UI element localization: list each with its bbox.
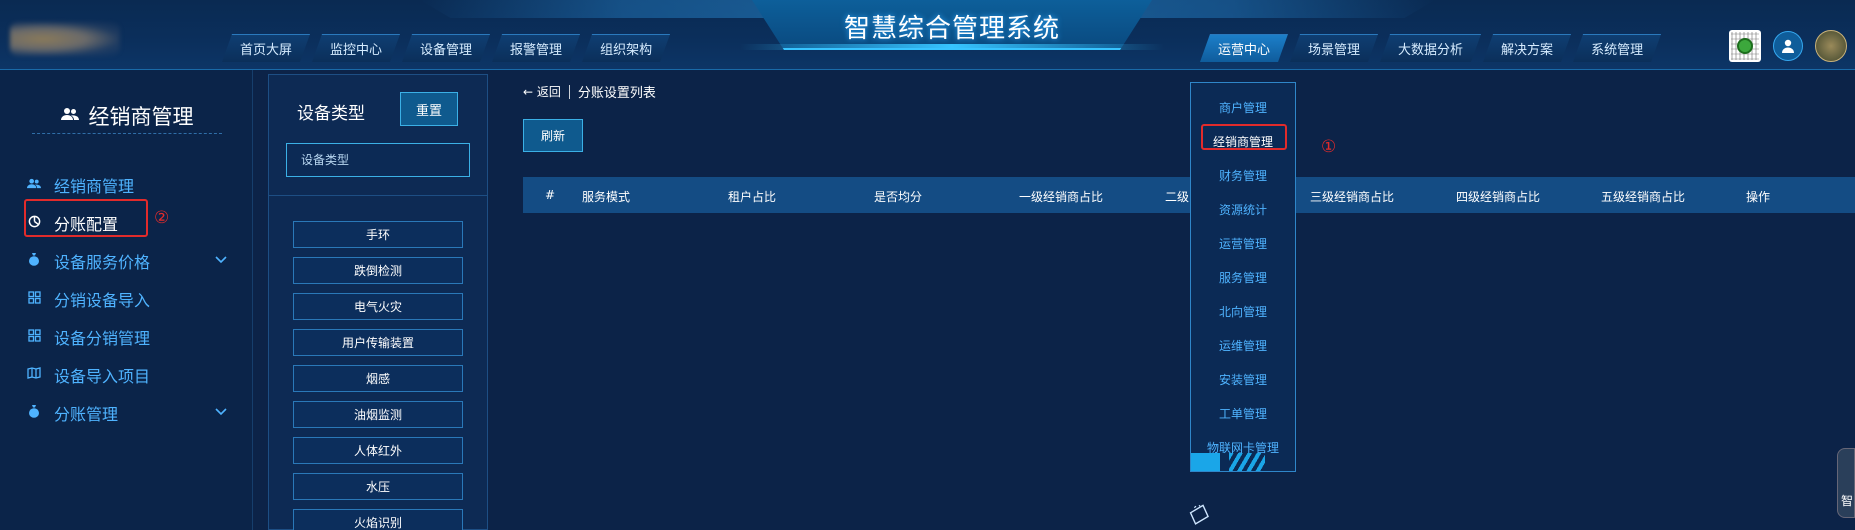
dropdown-item-resource-stats[interactable]: 资源统计	[1191, 201, 1295, 218]
users-icon	[60, 106, 79, 125]
device-type-item[interactable]: 人体红外	[293, 437, 463, 464]
annotation-number-2: ②	[154, 208, 170, 228]
device-type-item[interactable]: 用户传输装置	[293, 329, 463, 356]
nav-item-devices[interactable]: 设备管理	[402, 34, 490, 62]
nav-item-monitoring[interactable]: 监控中心	[312, 34, 400, 62]
table-header: # 服务模式 租户占比 是否均分 一级经销商占比 二级 三级经销商占比 四级经销…	[523, 177, 1855, 213]
device-type-input[interactable]	[286, 143, 470, 177]
column-header: #	[545, 188, 556, 202]
device-type-filter-panel: 设备类型 重置 手环 跌倒检测 电气火灾 用户传输装置 烟感 油烟监测 人体红外…	[268, 74, 488, 530]
annotation-box-1	[1201, 124, 1287, 150]
sidebar-item-label: 设备导入项目	[54, 367, 151, 386]
column-header: 二级	[1165, 190, 1190, 204]
sidebar-item-label: 设备分销管理	[54, 329, 151, 348]
header-icons	[1729, 30, 1847, 62]
sidebar-item-distribution-import[interactable]: 分销设备导入	[0, 280, 253, 318]
nav-item-system[interactable]: 系统管理	[1573, 34, 1661, 62]
nav-item-home-screen[interactable]: 首页大屏	[222, 34, 310, 62]
annotation-box-2	[24, 199, 148, 237]
device-type-item[interactable]: 跌倒检测	[293, 257, 463, 284]
reset-button[interactable]: 重置	[400, 92, 458, 126]
money-bag-icon	[26, 404, 42, 422]
user-icon[interactable]	[1773, 31, 1803, 61]
dropdown-item-service[interactable]: 服务管理	[1191, 269, 1295, 286]
dropdown-item-northbound[interactable]: 北向管理	[1191, 303, 1295, 320]
sidebar-item-label: 设备服务价格	[54, 253, 151, 272]
annotation-number-1: ①	[1321, 137, 1337, 157]
grid-icon	[26, 290, 42, 308]
sidebar-item-distribution-management[interactable]: 设备分销管理	[0, 318, 253, 356]
column-header: 服务模式	[582, 190, 631, 204]
column-header: 是否均分	[874, 190, 923, 204]
column-header: 五级经销商占比	[1601, 190, 1686, 204]
dropdown-item-operations[interactable]: 运营管理	[1191, 235, 1295, 252]
nav-right: 运营中心 场景管理 大数据分析 解决方案 系统管理	[1200, 34, 1663, 62]
app-title: 智慧综合管理系统	[843, 14, 1060, 44]
divider	[568, 84, 570, 99]
device-type-list: 手环 跌倒检测 电气火灾 用户传输装置 烟感 油烟监测 人体红外 水压 火焰识别	[293, 221, 463, 530]
nav-item-operations[interactable]: 运营中心	[1200, 34, 1288, 62]
device-type-item[interactable]: 烟感	[293, 365, 463, 392]
sidebar-item-import-project[interactable]: 设备导入项目	[0, 356, 253, 394]
device-type-item[interactable]: 手环	[293, 221, 463, 248]
column-header: 四级经销商占比	[1456, 190, 1541, 204]
users-icon	[26, 178, 42, 193]
nav-item-scenes[interactable]: 场景管理	[1290, 34, 1378, 62]
main-content: ← 返回 分账设置列表 刷新 # 服务模式 租户占比 是否均分 一级经销商占比 …	[503, 70, 1855, 530]
logo	[10, 22, 120, 56]
column-header: 租户占比	[728, 190, 777, 204]
device-type-item[interactable]: 电气火灾	[293, 293, 463, 320]
filter-title: 设备类型	[297, 104, 365, 124]
top-header: 智慧综合管理系统 首页大屏 监控中心 设备管理 报警管理 组织架构 运营中心 场…	[0, 0, 1855, 70]
money-bag-icon	[26, 252, 42, 270]
floating-widget-label: 智	[1840, 494, 1853, 508]
dropdown-item-merchant[interactable]: 商户管理	[1191, 99, 1295, 116]
sidebar-item-label: 分销设备导入	[54, 291, 151, 310]
chevron-down-icon[interactable]	[215, 253, 227, 267]
nav-item-solutions[interactable]: 解决方案	[1483, 34, 1571, 62]
nav-left: 首页大屏 监控中心 设备管理 报警管理 组织架构	[222, 34, 672, 62]
dropdown-item-installation[interactable]: 安装管理	[1191, 371, 1295, 388]
nav-item-organization[interactable]: 组织架构	[582, 34, 670, 62]
refresh-button[interactable]: 刷新	[523, 119, 583, 152]
sidebar-item-device-service-price[interactable]: 设备服务价格	[0, 242, 253, 280]
sidebar-heading: 经销商管理	[32, 98, 222, 134]
device-type-item[interactable]: 油烟监测	[293, 401, 463, 428]
back-link[interactable]: ← 返回	[523, 83, 561, 100]
column-header: 一级经销商占比	[1019, 190, 1104, 204]
column-header: 三级经销商占比	[1310, 190, 1395, 204]
device-type-item[interactable]: 火焰识别	[293, 509, 463, 530]
dropdown-item-work-order[interactable]: 工单管理	[1191, 405, 1295, 422]
device-type-item[interactable]: 水压	[293, 473, 463, 500]
sidebar-item-label: 经销商管理	[54, 177, 135, 196]
breadcrumb: ← 返回 分账设置列表	[523, 82, 656, 101]
chevron-down-icon[interactable]	[215, 405, 227, 419]
map-icon	[26, 367, 42, 383]
nav-item-alarms[interactable]: 报警管理	[492, 34, 580, 62]
dropdown-item-finance[interactable]: 财务管理	[1191, 167, 1295, 184]
avatar[interactable]	[1815, 30, 1847, 62]
sidebar: 经销商管理 经销商管理 分账配置 设备服务价格 分销设备导入 设备分销管理 设备…	[0, 70, 253, 530]
divider	[269, 195, 487, 196]
dropdown-item-maintenance[interactable]: 运维管理	[1191, 337, 1295, 354]
empty-state-icon	[1186, 501, 1218, 530]
sidebar-heading-label: 经销商管理	[88, 104, 194, 129]
qr-code-icon[interactable]	[1729, 30, 1761, 62]
page-title: 分账设置列表	[577, 86, 656, 101]
grid-icon	[26, 328, 42, 346]
nav-item-big-data[interactable]: 大数据分析	[1380, 34, 1481, 62]
dropdown-decoration-stripes	[1229, 453, 1265, 471]
sidebar-item-split-management[interactable]: 分账管理	[0, 394, 253, 432]
sidebar-item-label: 分账管理	[54, 405, 119, 424]
column-header: 操作	[1746, 190, 1771, 204]
